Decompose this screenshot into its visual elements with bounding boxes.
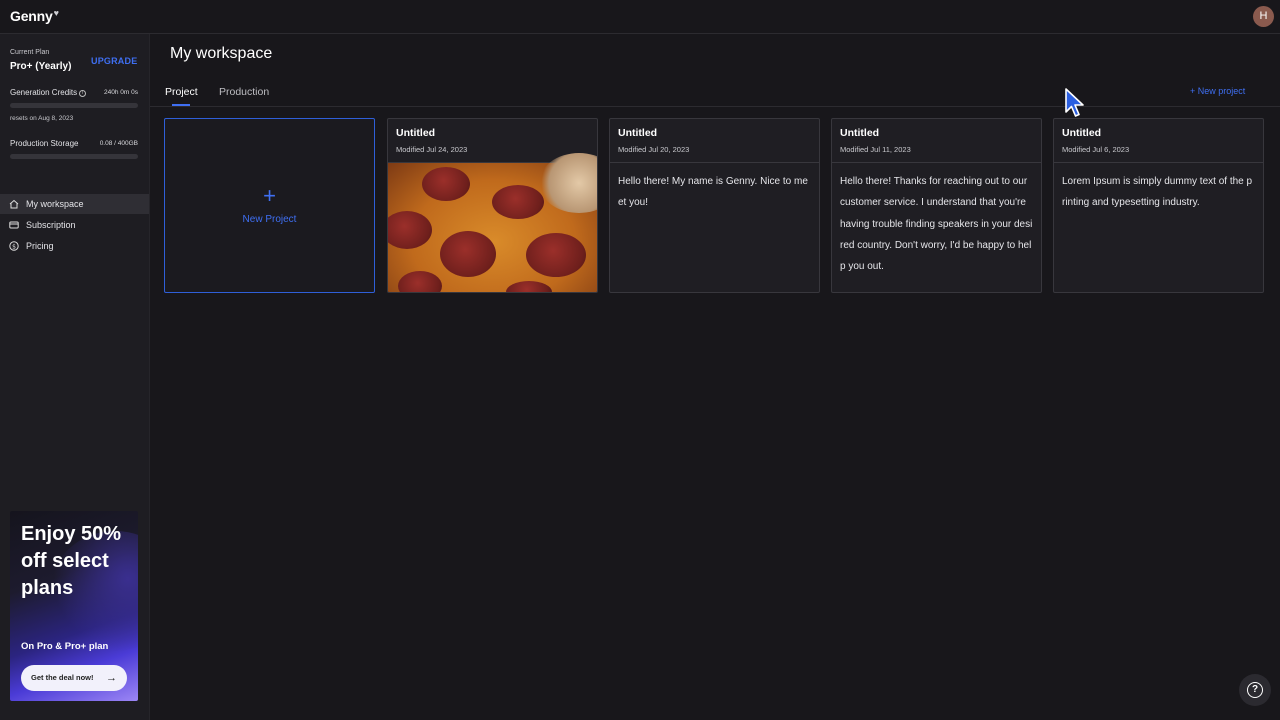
pepperoni (526, 233, 586, 277)
production-storage-bar (10, 154, 138, 159)
production-storage-value: 0.08 / 400GB (99, 140, 138, 147)
sidebar: Current Plan Pro+ (Yearly) UPGRADE Gener… (0, 34, 150, 720)
project-card[interactable]: Untitled Modified Jul 6, 2023 Lorem Ipsu… (1053, 118, 1264, 293)
mouse-cursor-icon (1065, 88, 1084, 117)
plus-icon: + (1190, 86, 1196, 96)
generation-credits-label: Generation Credits (10, 88, 78, 97)
new-project-button[interactable]: + New project (1190, 86, 1245, 96)
dollar-icon: $ (9, 241, 19, 251)
pepperoni (440, 231, 496, 277)
pepperoni (398, 271, 442, 292)
info-icon[interactable]: i (79, 90, 87, 97)
card-title: Untitled (618, 127, 658, 139)
sidebar-item-subscription[interactable]: Subscription (0, 215, 149, 235)
logo-mark-icon: ♥ (53, 8, 59, 18)
card-title: Untitled (840, 127, 880, 139)
tab-bar: Project Production (150, 80, 1280, 107)
page-title: My workspace (170, 45, 273, 62)
promo-title: Enjoy 50% off select plans (21, 523, 122, 599)
home-icon (9, 199, 19, 209)
tab-production[interactable]: Production (219, 86, 269, 98)
logo-text: Genny (10, 8, 53, 24)
pepperoni (492, 185, 544, 219)
top-bar: Genny♥ H (0, 0, 1280, 34)
generation-credits-value: 240h 0m 0s (104, 89, 138, 96)
card-modified-date: Modified Jul 24, 2023 (396, 145, 468, 154)
pepperoni-pizza-thumbnail (388, 153, 597, 292)
production-storage-label: Production Storage (10, 139, 79, 148)
card-title: Untitled (396, 127, 436, 139)
project-card[interactable]: Untitled Modified Jul 20, 2023 Hello the… (609, 118, 820, 293)
card-modified-date: Modified Jul 6, 2023 (1062, 145, 1130, 154)
sidebar-item-label: My workspace (26, 199, 84, 209)
new-project-label: New project (1197, 86, 1246, 96)
sidebar-item-label: Subscription (26, 220, 76, 230)
sidebar-item-my-workspace[interactable]: My workspace (0, 194, 149, 214)
credits-reset-date: resets on Aug 8, 2023 (10, 115, 74, 122)
active-tab-indicator (172, 104, 190, 106)
card-header: Untitled Modified Jul 20, 2023 (610, 119, 819, 163)
generation-credits-bar (10, 103, 138, 108)
card-text-preview: Hello there! Thanks for reaching out to … (840, 176, 1033, 273)
current-plan-name: Pro+ (Yearly) (10, 61, 72, 72)
sidebar-item-pricing[interactable]: $ Pricing (0, 236, 149, 256)
card-header: Untitled Modified Jul 11, 2023 (832, 119, 1041, 163)
production-storage-row: Production Storage 0.08 / 400GB (10, 139, 138, 148)
new-project-card[interactable]: + New Project (164, 118, 375, 293)
card-icon (9, 221, 19, 229)
promo-subtitle: On Pro & Pro+ plan (21, 641, 109, 652)
card-text-preview: Hello there! My name is Genny. Nice to m… (618, 176, 808, 209)
card-modified-date: Modified Jul 11, 2023 (840, 145, 911, 154)
arrow-right-icon: → (106, 672, 117, 684)
sidebar-item-label: Pricing (26, 241, 54, 251)
user-avatar[interactable]: H (1253, 6, 1274, 27)
card-modified-date: Modified Jul 20, 2023 (618, 145, 690, 154)
card-header: Untitled Modified Jul 6, 2023 (1054, 119, 1263, 163)
svg-text:$: $ (12, 243, 16, 250)
upgrade-button[interactable]: UPGRADE (91, 56, 137, 66)
card-text-preview: Lorem Ipsum is simply dummy text of the … (1062, 176, 1253, 209)
question-icon: ? (1247, 682, 1263, 698)
genny-logo[interactable]: Genny♥ (10, 8, 59, 24)
current-plan-label: Current Plan (10, 49, 50, 56)
project-card[interactable]: Untitled Modified Jul 11, 2023 Hello the… (831, 118, 1042, 293)
plus-icon: + (263, 183, 276, 208)
new-project-card-label: New Project (242, 214, 297, 225)
card-title: Untitled (1062, 127, 1102, 139)
pepperoni (388, 211, 432, 249)
tab-project[interactable]: Project (165, 86, 198, 98)
pepperoni (422, 167, 470, 201)
promo-banner: Enjoy 50% off select plans On Pro & Pro+… (10, 511, 138, 701)
get-deal-button[interactable]: Get the deal now! → (21, 665, 127, 691)
pepperoni (506, 281, 552, 292)
generation-credits-row: Generation Credits i 240h 0m 0s (10, 88, 138, 97)
get-deal-label: Get the deal now! (31, 673, 94, 682)
project-card[interactable]: Untitled Modified Jul 24, 2023 (387, 118, 598, 293)
help-button[interactable]: ? (1239, 674, 1271, 706)
